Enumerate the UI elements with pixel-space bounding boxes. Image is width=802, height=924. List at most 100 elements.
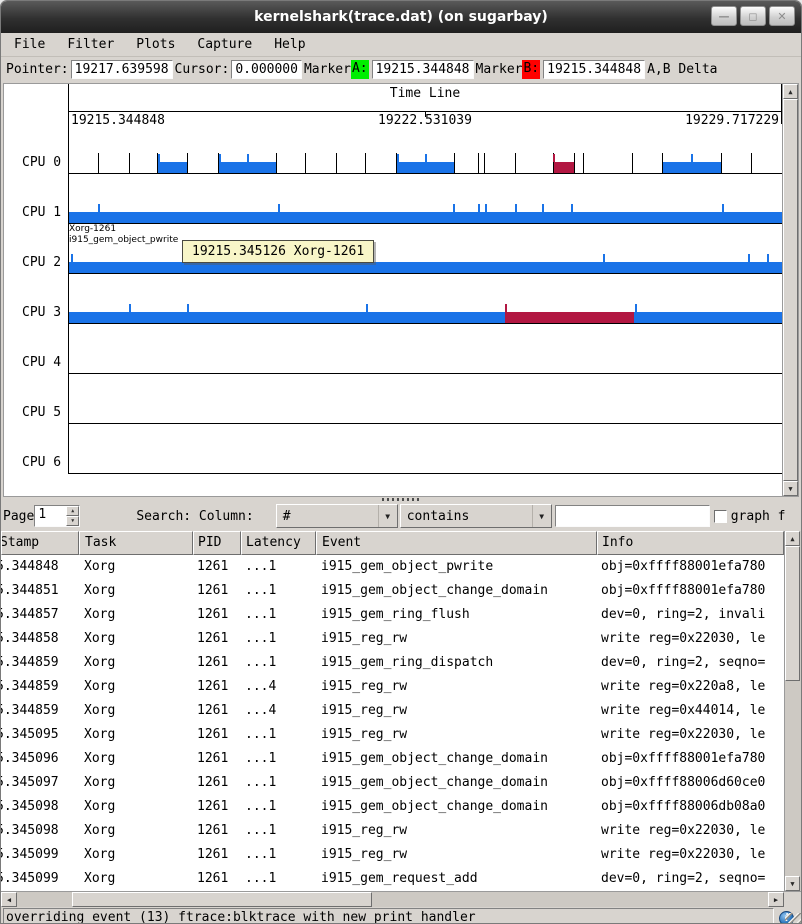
cpu-plot-3[interactable] xyxy=(68,274,782,324)
column-header-latency[interactable]: Latency xyxy=(241,531,316,555)
scroll-down-icon[interactable]: ▼ xyxy=(785,876,800,891)
event-tick[interactable] xyxy=(98,153,99,173)
page-spinner[interactable]: 1 ▲ ▼ xyxy=(34,505,80,527)
event-tick[interactable] xyxy=(767,254,769,262)
event-tick[interactable] xyxy=(583,153,584,173)
menu-capture[interactable]: Capture xyxy=(186,34,263,55)
event-tick[interactable] xyxy=(187,153,188,173)
table-row-5[interactable]: 5.344859Xorg1261...4i915_reg_rwwrite reg… xyxy=(1,675,784,699)
event-tick[interactable] xyxy=(515,204,517,212)
marker-a-badge[interactable]: A: xyxy=(351,60,369,79)
event-tick[interactable] xyxy=(478,153,479,173)
column-header-task[interactable]: Task xyxy=(79,531,193,555)
column-header-pid[interactable]: PID xyxy=(193,531,241,555)
cpu-plot-6[interactable] xyxy=(68,424,782,474)
table-vertical-scrollbar[interactable]: ▲ ▼ xyxy=(784,531,801,891)
event-tick[interactable] xyxy=(722,204,724,212)
event-tick[interactable] xyxy=(247,154,249,162)
event-tick[interactable] xyxy=(425,154,427,162)
event-tick[interactable] xyxy=(691,154,693,162)
event-tick[interactable] xyxy=(484,153,485,173)
event-tick[interactable] xyxy=(187,304,189,312)
cpu-plot-5[interactable] xyxy=(68,374,782,424)
table-row-2[interactable]: 5.344857Xorg1261...1i915_gem_ring_flushd… xyxy=(1,603,784,627)
event-block[interactable] xyxy=(157,162,187,173)
menu-help[interactable]: Help xyxy=(263,34,316,55)
event-tick[interactable] xyxy=(574,153,575,173)
event-tick[interactable] xyxy=(485,204,487,212)
chevron-down-icon[interactable]: ▼ xyxy=(378,505,397,527)
chevron-down-icon[interactable]: ▼ xyxy=(532,505,551,527)
scroll-down-icon[interactable]: ▼ xyxy=(783,481,798,496)
cpu-plot-4[interactable] xyxy=(68,324,782,374)
event-tick[interactable] xyxy=(278,204,280,212)
event-tick[interactable] xyxy=(454,153,455,173)
event-block[interactable] xyxy=(505,312,635,323)
column-select[interactable]: # ▼ xyxy=(276,504,398,528)
event-tick[interactable] xyxy=(366,304,368,312)
graph-follows-checkbox[interactable] xyxy=(714,510,727,523)
close-button[interactable]: ✕ xyxy=(769,6,795,26)
table-row-13[interactable]: 5.345099Xorg1261...1i915_gem_request_add… xyxy=(1,867,784,891)
resize-grip-icon[interactable] xyxy=(785,913,801,924)
spin-up-icon[interactable]: ▲ xyxy=(66,506,79,516)
table-row-12[interactable]: 5.345099Xorg1261...1i915_reg_rwwrite reg… xyxy=(1,843,784,867)
hscroll-track[interactable] xyxy=(17,892,768,907)
cpu-plot-1[interactable] xyxy=(68,174,782,224)
table-row-6[interactable]: 5.344859Xorg1261...4i915_reg_rwwrite reg… xyxy=(1,699,784,723)
event-tick[interactable] xyxy=(276,153,277,173)
event-tick[interactable] xyxy=(129,304,131,312)
column-header-info[interactable]: Info xyxy=(597,531,784,555)
title-bar[interactable]: kernelshark(trace.dat) (on sugarbay) — ◻… xyxy=(1,1,801,33)
column-header-stamp[interactable]: Stamp xyxy=(1,531,79,555)
sched-bar[interactable] xyxy=(69,312,782,323)
graph-vertical-scrollbar[interactable]: ▲ ▼ xyxy=(782,84,798,496)
scroll-right-icon[interactable]: ▶ xyxy=(768,892,784,907)
event-tick[interactable] xyxy=(635,304,637,312)
search-input[interactable] xyxy=(555,505,710,527)
event-tick[interactable] xyxy=(71,254,73,262)
marker-b-badge[interactable]: B: xyxy=(522,60,540,79)
event-tick[interactable] xyxy=(751,153,752,173)
table-row-10[interactable]: 5.345098Xorg1261...1i915_gem_object_chan… xyxy=(1,795,784,819)
scroll-up-icon[interactable]: ▲ xyxy=(785,531,800,546)
event-tick[interactable] xyxy=(219,154,221,162)
event-tick[interactable] xyxy=(571,204,573,212)
event-tick[interactable] xyxy=(336,153,337,173)
event-tick[interactable] xyxy=(305,153,306,173)
table-row-11[interactable]: 5.345098Xorg1261...1i915_reg_rwwrite reg… xyxy=(1,819,784,843)
event-tick[interactable] xyxy=(158,154,160,162)
event-tick[interactable] xyxy=(505,304,507,312)
table-row-7[interactable]: 5.345095Xorg1261...1i915_reg_rwwrite reg… xyxy=(1,723,784,747)
table-horizontal-scrollbar[interactable]: ◀ ▶ xyxy=(1,891,801,907)
event-tick[interactable] xyxy=(542,204,544,212)
event-tick[interactable] xyxy=(721,153,722,173)
menu-file[interactable]: File xyxy=(3,34,56,55)
event-tick[interactable] xyxy=(129,153,130,173)
event-tick[interactable] xyxy=(515,153,516,173)
cpu-plot-0[interactable] xyxy=(68,124,782,174)
spin-down-icon[interactable]: ▼ xyxy=(66,516,79,526)
event-tick[interactable] xyxy=(365,153,366,173)
event-tick[interactable] xyxy=(748,254,750,262)
table-row-0[interactable]: 5.344848Xorg1261...1i915_gem_object_pwri… xyxy=(1,555,784,579)
menu-plots[interactable]: Plots xyxy=(125,34,186,55)
match-select[interactable]: contains ▼ xyxy=(400,504,552,528)
event-tick[interactable] xyxy=(553,154,555,162)
scroll-up-icon[interactable]: ▲ xyxy=(783,84,798,99)
table-row-3[interactable]: 5.344858Xorg1261...1i915_reg_rwwrite reg… xyxy=(1,627,784,651)
table-row-1[interactable]: 5.344851Xorg1261...1i915_gem_object_chan… xyxy=(1,579,784,603)
sched-bar[interactable] xyxy=(69,212,782,223)
event-tick[interactable] xyxy=(632,153,633,173)
column-header-event[interactable]: Event xyxy=(316,531,597,555)
event-tick[interactable] xyxy=(478,204,480,212)
hscroll-thumb[interactable] xyxy=(72,892,372,907)
event-block[interactable] xyxy=(553,162,574,173)
event-tick[interactable] xyxy=(662,153,663,173)
table-scrollbar-thumb[interactable] xyxy=(785,546,800,681)
table-row-9[interactable]: 5.345097Xorg1261...1i915_gem_object_chan… xyxy=(1,771,784,795)
menu-filter[interactable]: Filter xyxy=(56,34,125,55)
event-tick[interactable] xyxy=(397,154,399,162)
event-block[interactable] xyxy=(218,162,276,173)
scroll-left-icon[interactable]: ◀ xyxy=(1,892,17,907)
